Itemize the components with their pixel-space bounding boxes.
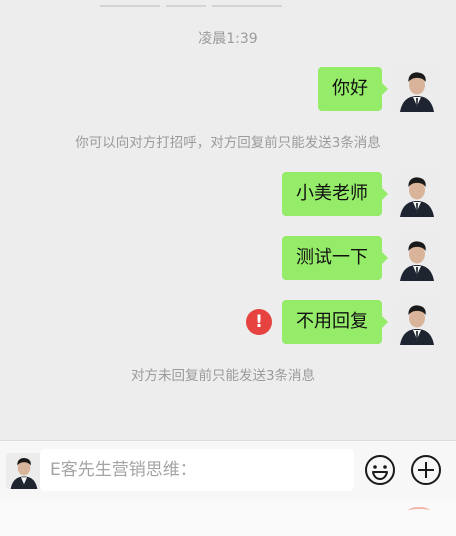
emoji-icon[interactable] xyxy=(364,454,396,486)
message-row: 你好 xyxy=(318,66,440,112)
avatar[interactable] xyxy=(394,299,440,345)
message-bubble[interactable]: 测试一下 xyxy=(282,236,388,280)
avatar[interactable] xyxy=(6,453,42,489)
message-row: 测试一下 xyxy=(282,235,440,281)
bottom-panel xyxy=(0,501,456,536)
message-timestamp: 凌晨1:39 xyxy=(198,31,258,47)
send-failed-icon[interactable]: ! xyxy=(246,309,272,335)
message-row: ! 不用回复 xyxy=(246,299,440,345)
avatar[interactable] xyxy=(394,235,440,281)
panel-edge xyxy=(408,507,430,515)
message-bubble[interactable]: 不用回复 xyxy=(282,300,388,344)
chat-area: 凌晨1:39 你好 你可以向对方打招呼，对方回复前只能发送3条消息 小美老师 测… xyxy=(0,0,456,440)
system-notice: 你可以向对方打招呼，对方回复前只能发送3条消息 xyxy=(75,135,381,151)
plus-circle-icon[interactable] xyxy=(410,454,442,486)
avatar[interactable] xyxy=(394,66,440,112)
message-input[interactable] xyxy=(40,449,340,491)
message-bubble[interactable]: 你好 xyxy=(318,67,388,111)
scrolled-off-content xyxy=(100,0,360,7)
avatar[interactable] xyxy=(394,171,440,217)
message-input-field xyxy=(40,449,354,491)
message-row: 小美老师 xyxy=(282,171,440,217)
input-bar xyxy=(0,440,456,501)
system-notice: 对方未回复前只能发送3条消息 xyxy=(130,368,316,384)
message-bubble[interactable]: 小美老师 xyxy=(282,172,388,216)
